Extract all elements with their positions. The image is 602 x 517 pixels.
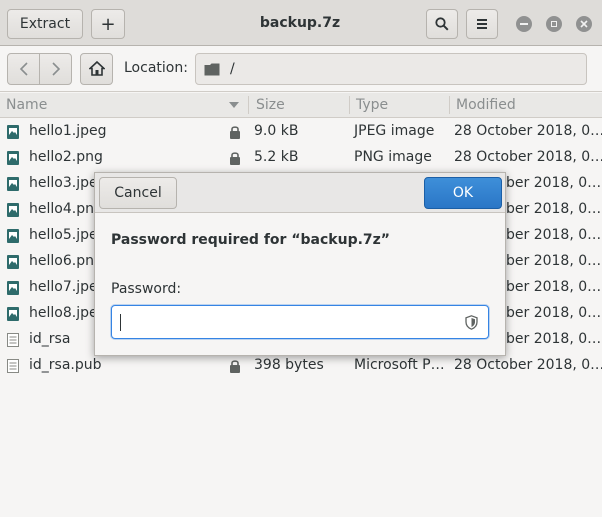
file-modified: 28 October 2018, 0… [454,123,602,139]
file-row[interactable]: hello1.jpeg 9.0 kB JPEG image 28 October 20… [0,119,602,145]
text-file-icon [7,359,19,373]
chevron-left-icon [19,62,28,76]
location-label: Location: [124,60,188,76]
file-name: id_rsa.pub [29,357,102,373]
file-modified: ber 2018, 0… [506,253,602,269]
home-icon [88,61,105,76]
minimize-icon [520,23,528,25]
column-modified[interactable]: Modified [456,97,516,113]
image-file-icon [7,177,19,191]
column-type[interactable]: Type [356,97,388,113]
file-name: hello4.png [29,201,103,217]
file-name: hello8.jpe [29,305,98,321]
lock-icon [230,360,240,373]
image-file-icon [7,151,19,165]
column-size[interactable]: Size [256,97,285,113]
file-size: 398 bytes [254,357,324,373]
text-caret [120,314,121,331]
dialog-message: Password required for “backup.7z” [111,232,390,248]
column-header: Name Size Type Modified [0,93,602,118]
add-button[interactable]: + [91,9,125,39]
search-icon [435,17,449,31]
file-name: hello1.jpeg [29,123,107,139]
file-row[interactable]: id_rsa.pub 398 bytes Microsoft P… 28 Octobe… [0,353,602,379]
image-file-icon [7,125,19,139]
image-file-icon [7,255,19,269]
extract-button[interactable]: Extract [7,9,83,39]
file-size: 9.0 kB [254,123,299,139]
column-name[interactable]: Name [6,97,47,113]
password-dialog: Cancel OK Password required for “backup.… [94,172,506,356]
cancel-button-label: Cancel [114,185,162,201]
column-separator [248,96,249,114]
ok-button-label: OK [452,185,474,201]
file-modified: ber 2018, 0… [506,227,602,243]
chevron-right-icon [51,62,60,76]
extract-button-label: Extract [19,16,71,32]
file-modified: 28 October 2018, 0… [454,357,602,373]
file-name: hello2.png [29,149,103,165]
folder-icon [204,63,220,75]
image-file-icon [7,281,19,295]
cancel-button[interactable]: Cancel [99,177,177,209]
ok-button[interactable]: OK [424,177,502,209]
file-type: PNG image [354,149,432,165]
image-file-icon [7,229,19,243]
file-modified: ber 2018, 0… [506,331,602,347]
close-icon [580,20,588,28]
home-button[interactable] [80,53,113,85]
password-label: Password: [111,281,182,297]
minimize-button[interactable] [516,16,532,32]
lock-icon [230,152,240,165]
file-modified: ber 2018, 0… [506,175,602,191]
file-modified: ber 2018, 0… [506,279,602,295]
file-size: 5.2 kB [254,149,299,165]
shield-icon[interactable] [465,315,478,330]
file-row[interactable]: hello2.png 5.2 kB PNG image 28 October 2018… [0,145,602,171]
file-type: Microsoft P… [354,357,445,373]
forward-button[interactable] [39,53,72,85]
sort-descending-icon [229,102,239,108]
maximize-icon [551,21,557,27]
file-name: hello3.jpe [29,175,98,191]
column-separator [449,96,450,114]
file-name: id_rsa [29,331,71,347]
file-modified: 28 October 2018, 0… [454,149,602,165]
close-button[interactable] [576,16,592,32]
search-button[interactable] [426,9,458,39]
file-name: hello5.jpe [29,227,98,243]
image-file-icon [7,307,19,321]
password-input[interactable] [111,305,489,339]
menu-button[interactable] [466,9,498,39]
lock-icon [230,126,240,139]
file-type: JPEG image [354,123,435,139]
text-file-icon [7,333,19,347]
location-value: / [230,61,235,77]
window-title: backup.7z [259,15,341,31]
hamburger-icon [477,19,487,29]
file-name: hello6.png [29,253,103,269]
location-field[interactable]: / [195,53,587,85]
back-button[interactable] [7,53,40,85]
plus-icon: + [100,13,116,35]
column-separator [349,96,350,114]
image-file-icon [7,203,19,217]
maximize-button[interactable] [546,16,562,32]
file-modified: ber 2018, 0… [506,305,602,321]
file-modified: ber 2018, 0… [506,201,602,217]
